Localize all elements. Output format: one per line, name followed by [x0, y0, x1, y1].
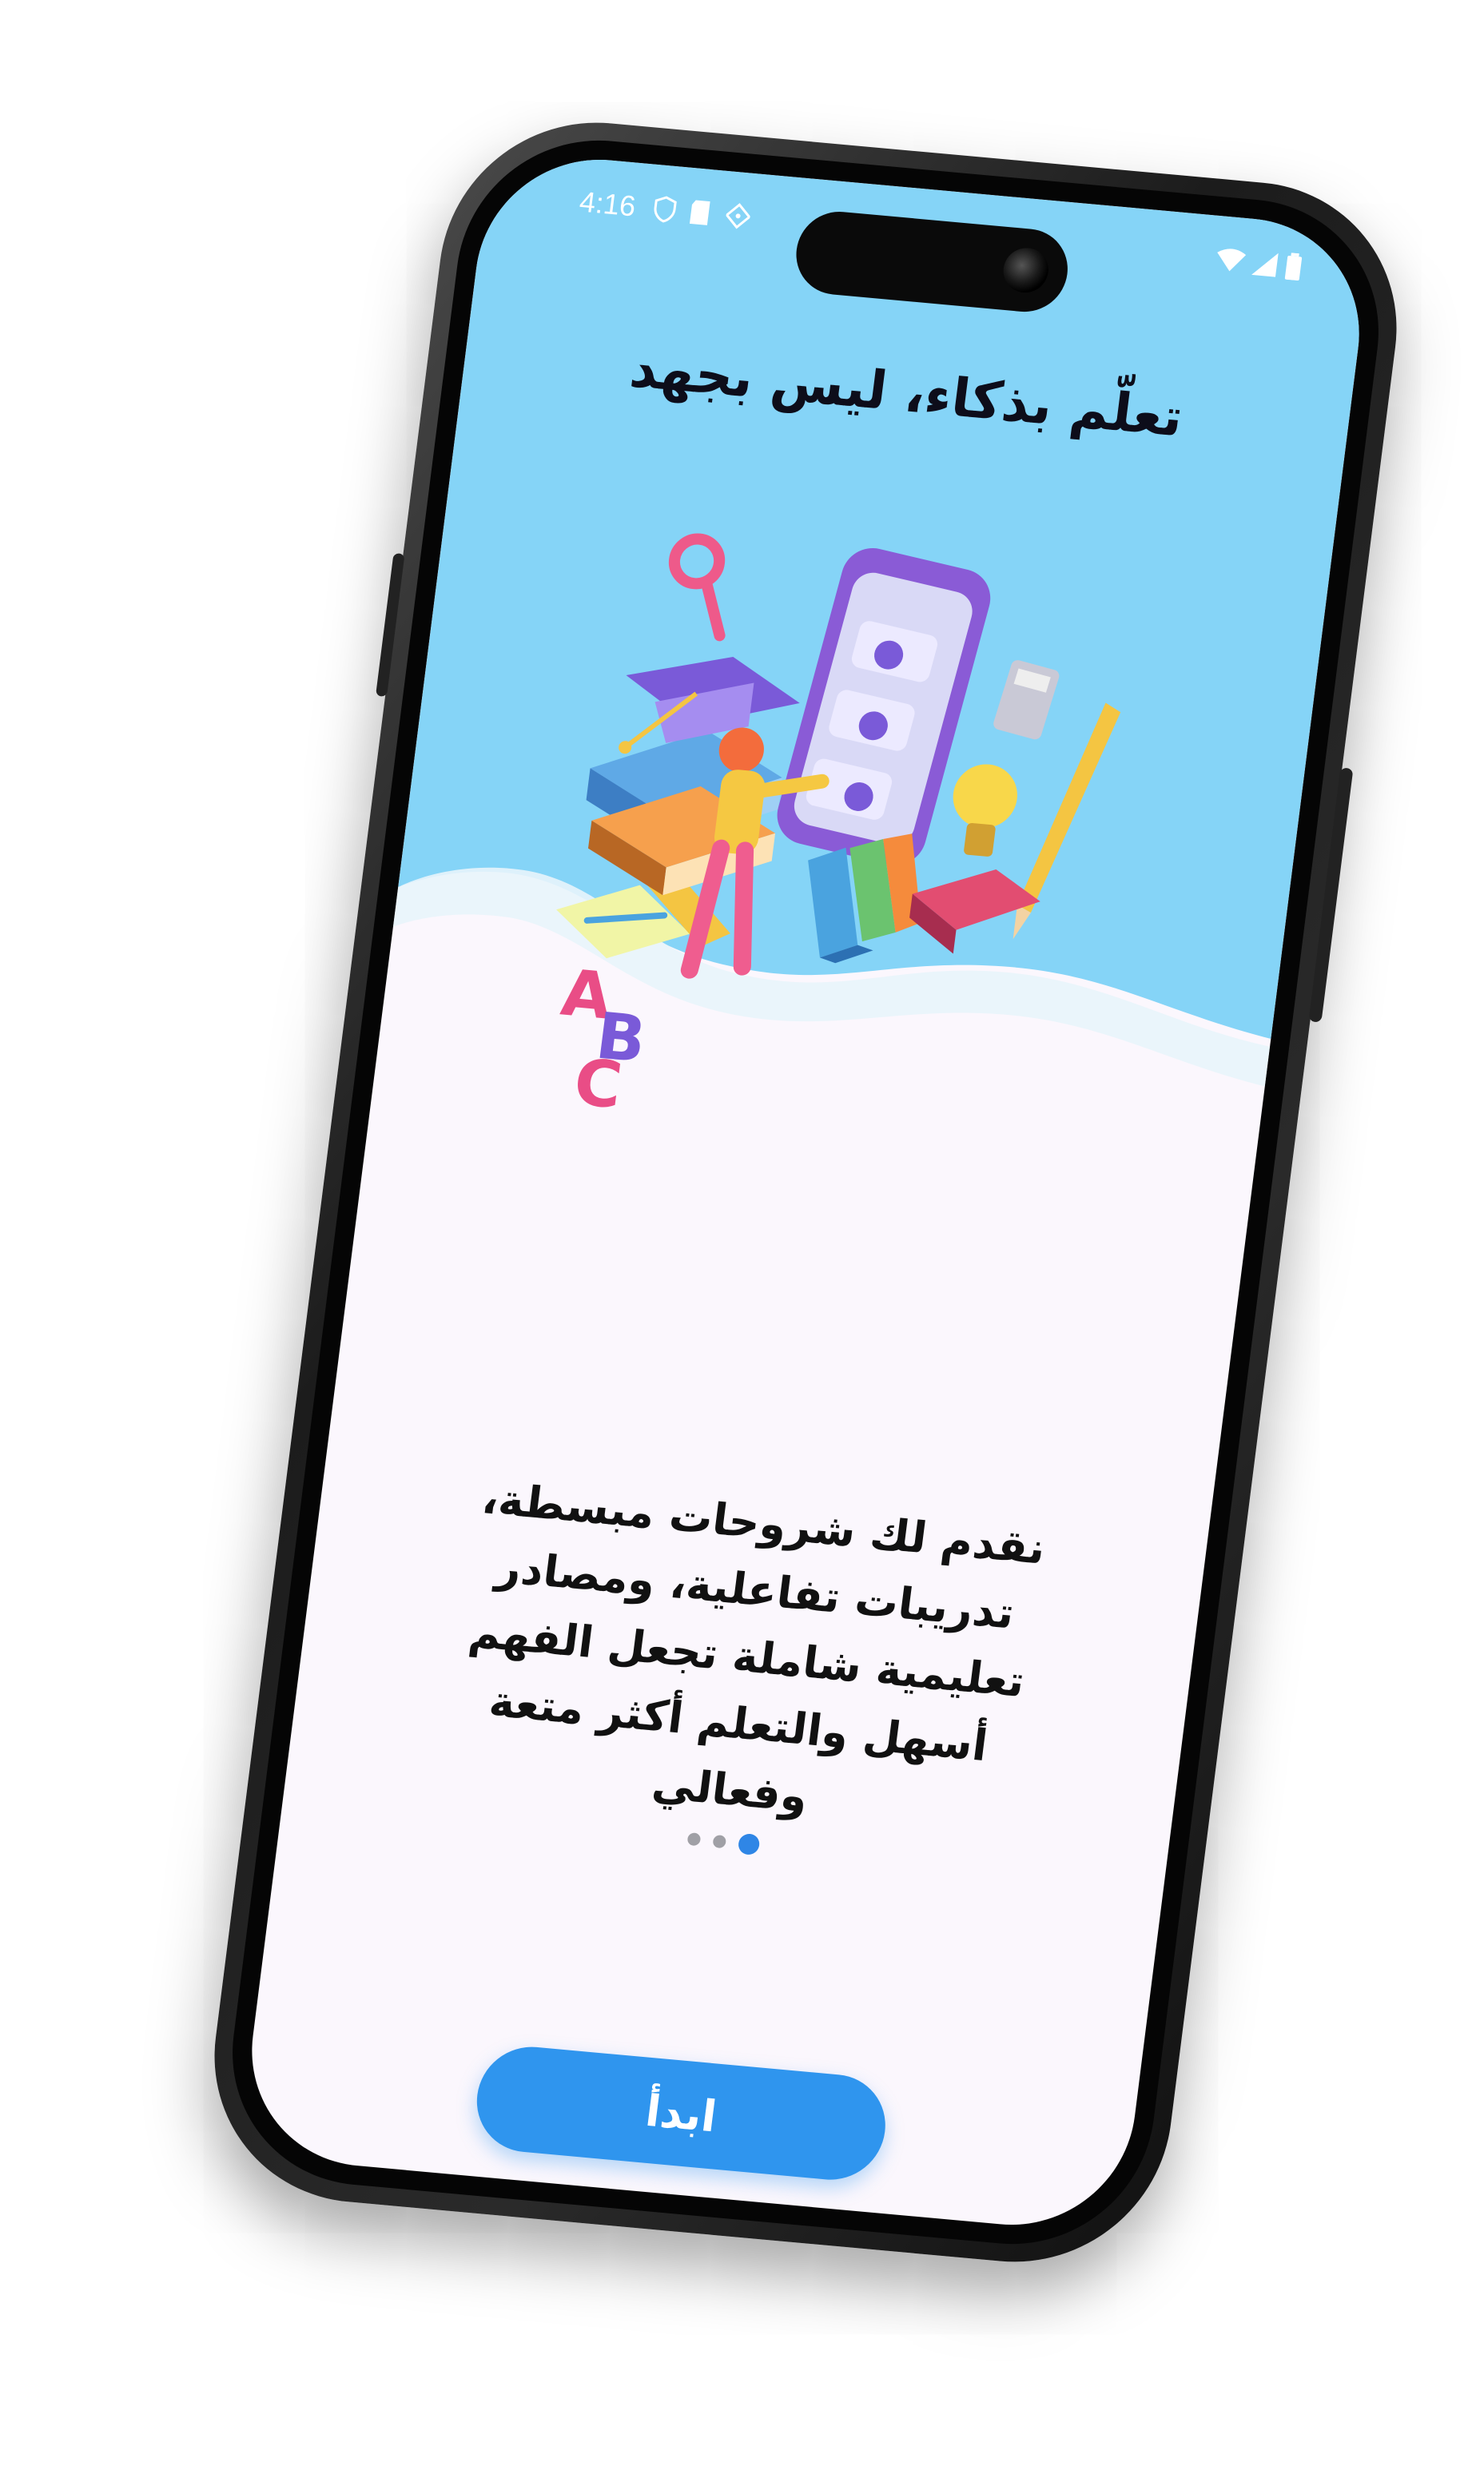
onboarding-description: نقدم لك شروحات مبسطة، تدريبات تفاعلية، و…	[466, 1473, 1048, 1823]
status-time: 4:16	[577, 185, 638, 223]
page-dot	[686, 1832, 702, 1847]
signal-icon	[1251, 253, 1279, 277]
sky-background	[392, 149, 1374, 1087]
phone-frame: 4:16 تعلّم بذكاء، ليس بجهد A B C نقدم لك…	[197, 109, 1414, 2275]
volume-button	[376, 552, 405, 697]
light-bulb-icon	[953, 764, 1017, 857]
battery-icon	[1284, 253, 1303, 281]
abc-letters-icon: A B C	[557, 956, 650, 1124]
app-screen: 4:16 تعلّم بذكاء، ليس بجهد A B C نقدم لك…	[237, 149, 1374, 2236]
page-dot-active	[737, 1832, 761, 1856]
sd-card-icon	[689, 200, 710, 225]
app-notification-icon	[725, 203, 751, 229]
learning-illustration: A B C	[556, 533, 1121, 1124]
wifi-icon	[1217, 249, 1247, 272]
shield-icon	[654, 196, 677, 223]
page-dot	[712, 1834, 727, 1849]
front-camera	[1001, 245, 1052, 295]
smartphone-illustration	[777, 547, 991, 865]
letter-c: C	[570, 1045, 626, 1124]
mockup-stage: 4:16 تعلّم بذكاء، ليس بجهد A B C نقدم لك…	[0, 0, 1484, 2474]
calculator-icon	[993, 660, 1060, 740]
phone-mockup: 4:16 تعلّم بذكاء، ليس بجهد A B C نقدم لك…	[197, 109, 1414, 2275]
magnifier-icon	[668, 533, 726, 642]
